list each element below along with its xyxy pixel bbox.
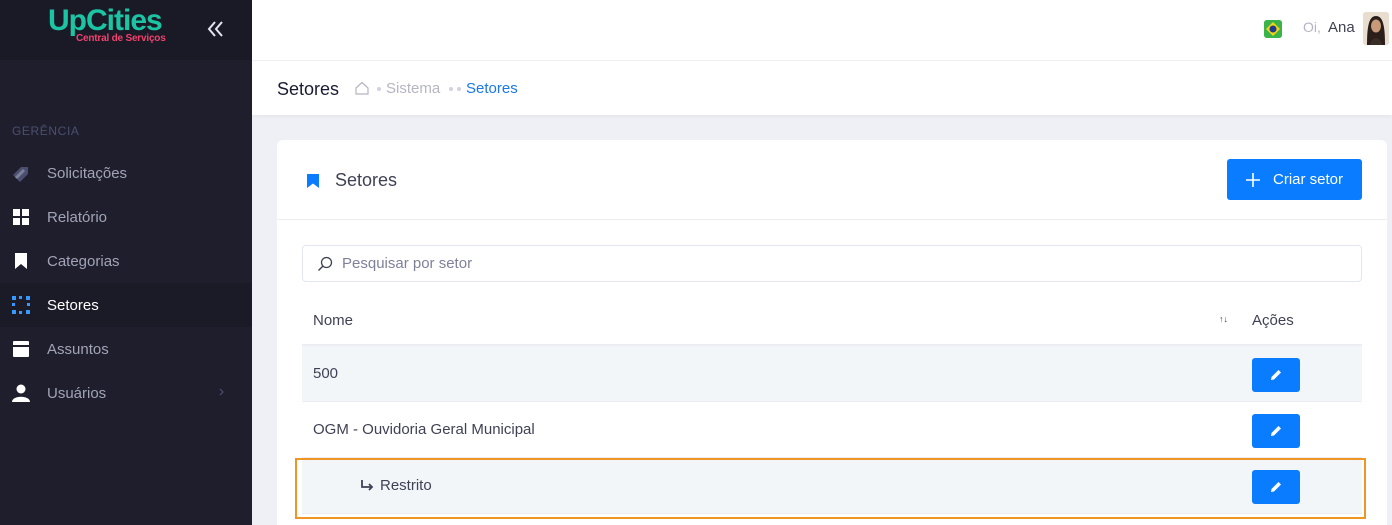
edit-button[interactable] [1252,358,1300,392]
brazil-flag-icon[interactable] [1264,20,1282,38]
sidebar-item-solicitacoes[interactable]: Solicitações [0,151,252,195]
user-icon [11,383,31,403]
dots-grid-icon [11,295,31,315]
sidebar-item-label: Solicitações [47,164,128,182]
search-input[interactable] [342,246,1342,281]
sidebar-item-label: Setores [47,296,99,314]
create-setor-label: Criar setor [1273,171,1344,188]
edit-button[interactable] [1252,470,1300,504]
sidebar-item-usuarios[interactable]: Usuários [0,371,252,415]
sort-icon[interactable]: ↑↓ [1219,314,1228,324]
setor-name: Restrito [380,477,432,494]
table-row: Restrito [302,458,1362,514]
sidebar-item-setores[interactable]: Setores [0,283,252,327]
menu-section-label: GERÊNCIA [12,124,80,138]
collapse-sidebar-button[interactable] [205,17,227,41]
breadcrumb-separator [457,87,461,91]
username[interactable]: Ana [1328,19,1355,36]
search-icon [318,256,333,271]
sidebar-item-assuntos[interactable]: Assuntos [0,327,252,371]
home-icon[interactable] [354,80,370,96]
top-header: Oi, Ana [252,0,1392,60]
tag-icon [11,163,31,183]
double-chevron-left-icon [207,21,223,37]
breadcrumb-separator [449,87,453,91]
column-header-nome[interactable]: Nome [313,312,353,329]
create-setor-button[interactable]: Criar setor [1227,159,1362,200]
brand: UpCities Central de Serviços [0,0,252,60]
sidebar-item-relatorio[interactable]: Relatório [0,195,252,239]
greeting-text: Oi, [1303,19,1321,35]
search-box [302,245,1362,282]
pencil-icon [1271,426,1281,436]
sidebar-item-label: Relatório [47,208,108,226]
sidebar: UpCities Central de Serviços GERÊNCIA So… [0,0,252,525]
logo[interactable]: UpCities Central de Serviços [48,4,166,45]
pencil-icon [1271,482,1281,492]
column-header-acoes: Ações [1252,312,1294,329]
table-header: Nome ↑↓ Ações [302,298,1362,346]
setor-name: OGM - Ouvidoria Geral Municipal [313,421,535,438]
card-title: Setores [335,170,398,190]
pencil-icon [1271,370,1281,380]
logo-main-text: UpCities [48,4,163,37]
logo-sub-text: Central de Serviços [76,33,166,44]
chevron-right-icon [219,388,224,396]
avatar[interactable] [1363,12,1389,45]
table-row: OGM - Ouvidoria Geral Municipal [302,402,1362,458]
setor-name: 500 [313,365,339,382]
page-title: Setores [277,79,340,99]
sidebar-item-label: Assuntos [47,340,109,358]
sidebar-item-label: Usuários [47,384,107,402]
breadcrumb-sistema[interactable]: Sistema [386,80,440,97]
breadcrumb-setores[interactable]: Setores [466,80,518,97]
setores-table: Nome ↑↓ Ações 500 OGM - Ouvidoria Geral … [302,298,1362,514]
sidebar-item-label: Categorias [47,252,120,270]
sidebar-menu: Solicitações Relatório Categorias Setore… [0,151,252,415]
plus-icon [1246,172,1260,187]
bookmark-icon [307,174,319,188]
table-row: 500 [302,346,1362,402]
bookmark-icon [11,251,31,271]
card-header: Setores Criar setor [277,140,1387,220]
breadcrumb-separator [377,87,381,91]
grid-icon [11,207,31,227]
sidebar-item-categorias[interactable]: Categorias [0,239,252,283]
setores-card: Setores Criar setor Nome ↑↓ Ações 500 [277,140,1387,525]
subdirectory-arrow-icon [361,480,374,491]
subheader: Setores Sistema Setores [252,61,1392,115]
edit-button[interactable] [1252,414,1300,448]
book-icon [11,339,31,359]
